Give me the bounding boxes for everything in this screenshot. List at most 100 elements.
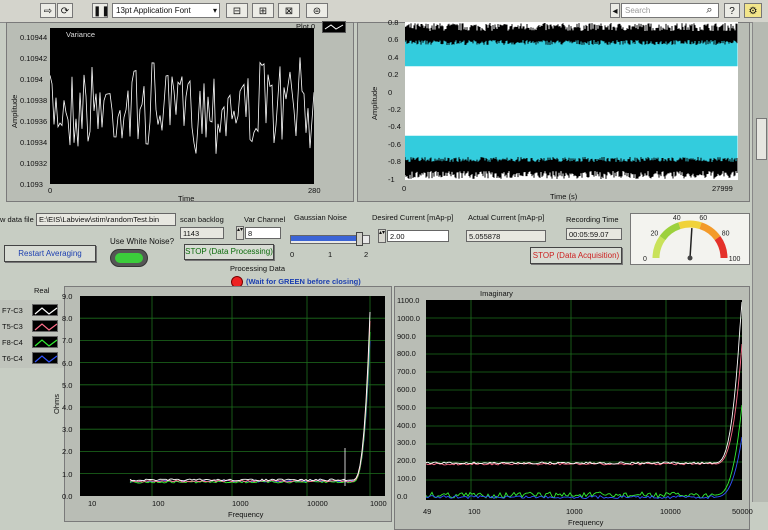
legend-title: Real <box>34 286 50 295</box>
legend-swatch <box>32 320 58 332</box>
gaussian-tick-0: 0 <box>290 250 295 259</box>
variance-plot-area[interactable] <box>49 28 315 184</box>
real-x-tick: 10 <box>88 499 97 508</box>
imaginary-y-tick: 300.0 <box>397 438 416 448</box>
imaginary-grid <box>426 300 742 500</box>
recording-time-field: 00:05:59.07 <box>566 228 622 240</box>
gauge-band <box>659 222 681 241</box>
use-white-noise-toggle[interactable] <box>110 249 148 267</box>
desired-current-stepper-icon[interactable]: ▴▾ <box>378 229 386 243</box>
run-continuously-icon[interactable]: ⟳ <box>57 3 73 18</box>
search-placeholder: Search <box>625 6 651 15</box>
stop-data-processing-button[interactable]: STOP (Data Processing) <box>184 244 274 260</box>
time-y-title: Amplitude <box>370 86 379 120</box>
processing-data-label: Processing Data <box>230 264 286 273</box>
toolbar: ⇨ ⟳ ❚❚ 13pt Application Font ▾ ⊟ ⊞ ⊠ ⊜ ◂ … <box>0 0 768 23</box>
legend-item[interactable]: T5-C3 <box>2 320 62 334</box>
scroll-left-icon[interactable]: ◂ <box>610 3 620 18</box>
legend-swatch <box>32 352 58 364</box>
run-arrow-icon[interactable]: ⇨ <box>40 3 56 18</box>
time-y-tick: 0.8 <box>388 18 399 27</box>
imaginary-y-tick: 500.0 <box>397 402 416 412</box>
actual-current-field: 5.055878 <box>466 230 546 242</box>
raw-data-file-label: w data file <box>0 215 34 224</box>
real-grid <box>80 296 385 496</box>
variance-y-title: Amplitude <box>10 94 19 128</box>
raw-data-file-field[interactable]: E:\EIS\Labview\stim\randomTest.bin <box>36 213 176 226</box>
time-x-tick-0: 0 <box>402 184 407 193</box>
real-x-tick: 100 <box>152 499 165 508</box>
restart-averaging-button[interactable]: Restart Averaging <box>4 245 96 262</box>
imaginary-x-tick: 49 <box>423 507 432 516</box>
gauge-tick: 0 <box>643 256 647 263</box>
legend-item-name: T6-C4 <box>2 354 23 363</box>
imaginary-trace-f8 <box>425 404 743 499</box>
time-trace-cyan <box>404 40 738 162</box>
time-x-tick-1: 27999 <box>712 184 733 193</box>
actual-current-label: Actual Current [mAp-p] <box>468 213 545 222</box>
plot-legend: F7-C3 T5-C3 F8-C4 T6-C4 <box>0 300 64 368</box>
gaussian-tick-2: 2 <box>364 250 369 259</box>
legend-item[interactable]: F7-C3 <box>2 304 62 318</box>
real-y-tick: 6.0 <box>62 358 73 368</box>
gauge-needle <box>689 228 693 259</box>
real-x-tick: 1000 <box>370 499 387 508</box>
gauge-band <box>714 235 728 259</box>
real-x-title: Frequency <box>228 510 264 519</box>
gauge-tick: 40 <box>673 215 681 222</box>
var-channel-stepper-icon[interactable]: ▴▾ <box>236 226 244 240</box>
time-y-tick: 0 <box>388 87 393 97</box>
imaginary-plot-area[interactable] <box>425 300 743 500</box>
help-label: ? <box>729 6 735 17</box>
gaussian-noise-thumb[interactable] <box>356 232 364 246</box>
imaginary-y-tick: 900.0 <box>397 331 416 341</box>
scrollbar-thumb[interactable] <box>756 118 767 160</box>
imaginary-y-tick: 800.0 <box>397 349 416 359</box>
imaginary-x-title: Frequency <box>568 518 604 527</box>
real-plot-area[interactable] <box>80 296 385 496</box>
resize-objects-icon[interactable]: ⊠ <box>278 3 300 18</box>
legend-item-name: T5-C3 <box>2 322 23 331</box>
vertical-scrollbar[interactable] <box>752 22 768 502</box>
desired-current-field[interactable]: 2.00 <box>387 230 449 242</box>
scan-backlog-label: scan backlog <box>180 215 224 224</box>
legend-item[interactable]: F8-C4 <box>2 336 62 350</box>
imaginary-title: Imaginary <box>480 289 513 298</box>
imaginary-x-tick: 50000 <box>732 507 753 516</box>
imaginary-trace-t5 <box>425 343 743 466</box>
stop-data-acquisition-button[interactable]: STOP (Data Acquisition) <box>530 247 622 264</box>
time-plot-area[interactable] <box>404 22 738 180</box>
gauge-tick: 20 <box>651 231 659 238</box>
pause-icon[interactable]: ❚❚ <box>92 3 110 18</box>
imaginary-trace-svg <box>425 300 743 500</box>
current-gauge: 0 20 40 60 80 100 <box>630 213 750 265</box>
imaginary-y-tick: 1100.0 <box>397 296 420 305</box>
variance-y-tick: 0.10944 <box>20 33 48 42</box>
gauge-tick: 100 <box>729 256 741 263</box>
imaginary-x-tick: 100 <box>468 507 481 516</box>
chevron-down-icon: ▾ <box>212 6 217 15</box>
plot-legend-swatch[interactable] <box>322 21 346 33</box>
help-icon[interactable]: ? <box>724 3 740 18</box>
reorder-icon[interactable]: ⊜ <box>306 3 328 18</box>
font-selector-label: 13pt Application Font <box>116 6 191 15</box>
real-trace-t6 <box>129 340 371 483</box>
legend-item[interactable]: T6-C4 <box>2 352 62 366</box>
search-icon[interactable]: ⌕ <box>703 4 716 17</box>
gaussian-tick-1: 1 <box>328 250 333 259</box>
imaginary-x-tick: 1000 <box>566 507 583 516</box>
imaginary-y-tick: 700.0 <box>397 367 416 377</box>
real-trace-f7 <box>129 311 371 482</box>
align-objects-icon[interactable]: ⊟ <box>226 3 248 18</box>
gaussian-noise-fill <box>291 236 360 241</box>
real-y-title: Ohms <box>52 393 61 414</box>
legend-swatch <box>32 336 58 348</box>
processing-warning: (Wait for GREEN before closing) <box>246 277 361 286</box>
font-selector[interactable]: 13pt Application Font ▾ <box>112 3 220 18</box>
real-trace-svg <box>80 296 385 496</box>
gauge-band <box>678 220 702 230</box>
var-channel-field[interactable]: 8 <box>245 227 281 239</box>
real-trace-f8 <box>129 331 371 484</box>
time-y-tick: -0.4 <box>388 122 401 132</box>
distribute-objects-icon[interactable]: ⊞ <box>252 3 274 18</box>
